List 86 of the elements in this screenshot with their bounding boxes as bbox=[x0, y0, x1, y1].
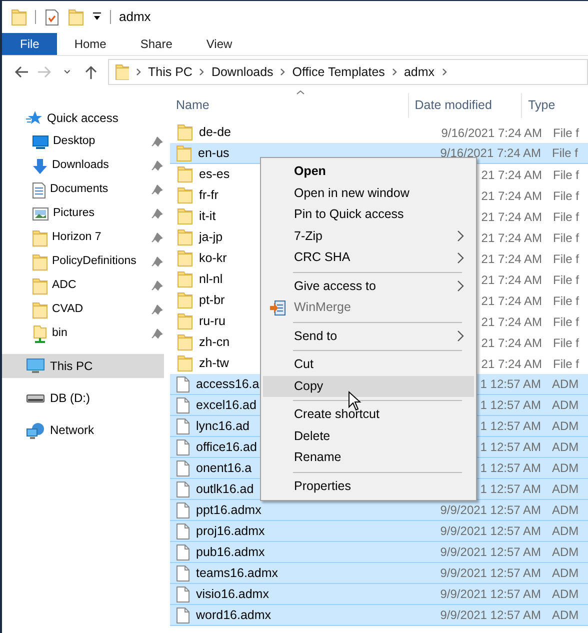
date-modified: 9/9/2021 12:57 AM bbox=[440, 524, 541, 538]
date-modified: 21 7:24 AM bbox=[481, 294, 542, 308]
item-label: PolicyDefinitions bbox=[52, 254, 136, 270]
file-type: File f bbox=[553, 210, 580, 224]
file-name: it-it bbox=[199, 208, 216, 226]
file-type: File f bbox=[553, 336, 580, 350]
date-modified: 1 12:57 AM bbox=[480, 398, 541, 412]
date-modified: 9/9/2021 12:57 AM bbox=[440, 608, 541, 622]
item-label: Network bbox=[50, 422, 94, 439]
file-type: File f bbox=[553, 168, 580, 182]
file-name: pub16.admx bbox=[196, 544, 265, 561]
date-modified: 21 7:24 AM bbox=[481, 230, 542, 244]
file-name: pt-br bbox=[199, 292, 225, 310]
file-type: ADM bbox=[552, 524, 579, 538]
date-modified: 1 12:57 AM bbox=[480, 377, 541, 391]
item-label: Horizon 7 bbox=[52, 230, 102, 246]
date-modified: 9/9/2021 12:57 AM bbox=[440, 545, 541, 559]
file-type: File f bbox=[553, 314, 580, 328]
date-modified: 21 7:24 AM bbox=[481, 252, 542, 266]
file-name: ru-ru bbox=[199, 313, 226, 330]
file-type: File f bbox=[552, 146, 578, 160]
file-type: File f bbox=[553, 126, 580, 140]
file-name: excel16.ad bbox=[196, 396, 256, 414]
item-label: Downloads bbox=[52, 158, 109, 174]
date-modified: 21 7:24 AM bbox=[481, 336, 542, 350]
date-modified: 21 7:24 AM bbox=[481, 168, 542, 182]
file-name: outlk16.ad bbox=[196, 480, 254, 498]
date-modified: 21 7:24 AM bbox=[481, 314, 542, 328]
file-type: File f bbox=[553, 188, 580, 202]
date-modified: 9/16/2021 7:24 AM bbox=[440, 146, 541, 160]
date-modified: 9/9/2021 12:57 AM bbox=[440, 587, 541, 601]
file-name: lync16.ad bbox=[196, 418, 250, 435]
file-type: ADM bbox=[552, 566, 579, 580]
file-type: File f bbox=[553, 272, 580, 286]
file-type: File f bbox=[553, 230, 580, 244]
file-type: ADM bbox=[552, 545, 579, 559]
item-label: CVAD bbox=[52, 302, 84, 318]
file-name: es-es bbox=[199, 166, 230, 184]
date-modified: 21 7:24 AM bbox=[481, 356, 542, 370]
date-modified: 21 7:24 AM bbox=[481, 210, 542, 224]
date-modified: 1 12:57 AM bbox=[480, 482, 541, 496]
file-type: ADM bbox=[552, 482, 579, 496]
file-type: ADM bbox=[552, 377, 579, 391]
file-name: word16.admx bbox=[196, 606, 272, 624]
file-name: nl-nl bbox=[199, 271, 223, 288]
date-modified: 21 7:24 AM bbox=[481, 188, 542, 202]
file-name: visio16.admx bbox=[196, 586, 269, 603]
item-label: Quick access bbox=[47, 110, 118, 127]
file-type: ADM bbox=[552, 503, 579, 517]
file-name: access16.a bbox=[196, 376, 260, 393]
file-name: teams16.admx bbox=[196, 564, 278, 582]
file-name: de-de bbox=[199, 124, 231, 142]
file-name: proj16.admx bbox=[196, 522, 265, 540]
file-type: ADM bbox=[552, 461, 579, 475]
file-name: zh-tw bbox=[199, 355, 229, 372]
date-modified: 1 12:57 AM bbox=[480, 461, 541, 475]
date-modified: 1 12:57 AM bbox=[480, 440, 541, 454]
file-type: ADM bbox=[552, 419, 579, 433]
item-label: Desktop bbox=[53, 134, 96, 150]
item-label: ADC bbox=[52, 278, 76, 294]
item-label: DB (D:) bbox=[50, 390, 90, 407]
item-label: Pictures bbox=[53, 206, 95, 222]
file-name: onent16.a bbox=[196, 460, 252, 477]
file-type: ADM bbox=[552, 440, 579, 454]
file-name: office16.ad bbox=[196, 438, 257, 456]
file-name: ppt16.admx bbox=[196, 502, 262, 519]
item-label: bin bbox=[52, 326, 68, 342]
item-label: Documents bbox=[50, 182, 108, 198]
date-modified: 9/9/2021 12:57 AM bbox=[440, 503, 541, 517]
file-name: en-us bbox=[198, 144, 230, 162]
file-name: ko-kr bbox=[199, 250, 227, 268]
date-modified: 1 12:57 AM bbox=[480, 419, 541, 433]
file-type: ADM bbox=[552, 608, 579, 622]
date-modified: 21 7:24 AM bbox=[481, 272, 542, 286]
file-type: File f bbox=[553, 356, 580, 370]
file-name: zh-cn bbox=[199, 334, 230, 352]
file-type: ADM bbox=[552, 398, 579, 412]
date-modified: 9/9/2021 12:57 AM bbox=[440, 566, 541, 580]
file-type: File f bbox=[553, 294, 580, 308]
file-name: ja-jp bbox=[199, 229, 223, 246]
file-name: fr-fr bbox=[199, 187, 218, 204]
file-type: ADM bbox=[552, 587, 579, 601]
file-type: File f bbox=[553, 252, 580, 266]
date-modified: 9/16/2021 7:24 AM bbox=[441, 126, 542, 140]
item-label: This PC bbox=[50, 358, 93, 375]
window-title: admx bbox=[119, 8, 151, 26]
